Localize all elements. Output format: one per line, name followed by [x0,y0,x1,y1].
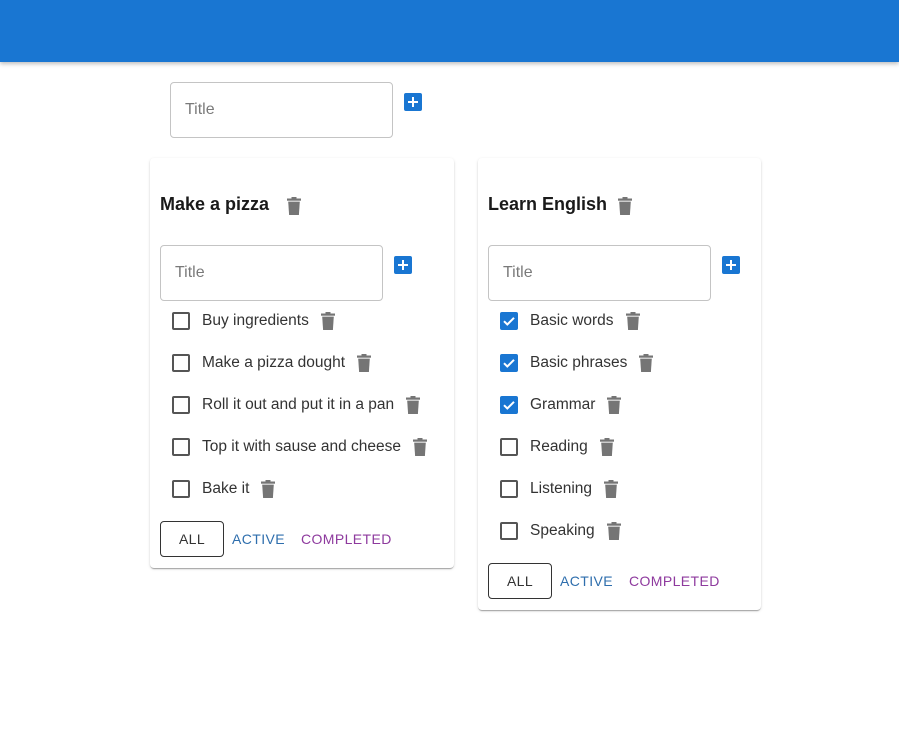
filter-completed-button[interactable]: COMPLETED [301,521,392,557]
task-item: Roll it out and put it in a pan [172,393,421,417]
task-item: Grammar [500,393,622,417]
trash-icon [618,197,632,215]
new-list-title-placeholder: Title [185,101,215,118]
task-checkbox[interactable] [172,354,190,372]
task-label[interactable]: Basic phrases [530,354,627,372]
task-checkbox[interactable] [500,480,518,498]
add-list-button[interactable] [404,93,422,111]
task-item: Listening [500,477,619,501]
delete-list-button[interactable] [618,197,632,215]
checkmark-icon [503,359,515,368]
task-item: Buy ingredients [172,309,335,333]
task-title-input[interactable]: Title [160,245,383,301]
filter-completed-button[interactable]: COMPLETED [629,563,720,599]
filter-all-button[interactable]: ALL [160,521,224,557]
task-label[interactable]: Top it with sause and cheese [202,438,401,456]
delete-task-button[interactable] [406,396,421,414]
delete-list-button[interactable] [287,197,301,215]
plus-icon [408,97,418,107]
delete-task-button[interactable] [320,312,335,330]
plus-icon [398,260,408,270]
trash-icon [599,438,614,456]
task-label[interactable]: Buy ingredients [202,312,309,330]
task-checkbox-checked[interactable] [500,354,518,372]
filter-active-button[interactable]: ACTIVE [560,563,613,599]
delete-task-button[interactable] [625,312,640,330]
task-label[interactable]: Reading [530,438,588,456]
delete-task-button[interactable] [639,354,654,372]
task-item: Speaking [500,519,621,543]
delete-task-button[interactable] [604,480,619,498]
task-checkbox-checked[interactable] [500,396,518,414]
task-item: Bake it [172,477,276,501]
delete-task-button[interactable] [357,354,372,372]
task-checkbox[interactable] [172,480,190,498]
task-label[interactable]: Basic words [530,312,614,330]
delete-task-button[interactable] [599,438,614,456]
task-checkbox[interactable] [500,438,518,456]
trash-icon [413,438,428,456]
trash-icon [406,396,421,414]
task-checkbox[interactable] [500,522,518,540]
delete-task-button[interactable] [261,480,276,498]
checkmark-icon [503,401,515,410]
checkmark-icon [503,317,515,326]
task-title-placeholder: Title [175,264,205,281]
trash-icon [287,197,301,215]
task-label[interactable]: Grammar [530,396,595,414]
task-item: Basic phrases [500,351,654,375]
add-task-button[interactable] [394,256,412,274]
task-label[interactable]: Bake it [202,480,249,498]
delete-task-button[interactable] [607,396,622,414]
task-checkbox-checked[interactable] [500,312,518,330]
trash-icon [625,312,640,330]
task-checkbox[interactable] [172,438,190,456]
trash-icon [606,522,621,540]
delete-task-button[interactable] [413,438,428,456]
task-title-input[interactable]: Title [488,245,711,301]
trash-icon [261,480,276,498]
task-item: Basic words [500,309,640,333]
task-checkbox[interactable] [172,312,190,330]
task-title-placeholder: Title [503,264,533,281]
filter-all-button[interactable]: ALL [488,563,552,599]
delete-task-button[interactable] [606,522,621,540]
plus-icon [726,260,736,270]
task-item: Make a pizza dought [172,351,372,375]
add-task-button[interactable] [722,256,740,274]
task-label[interactable]: Roll it out and put it in a pan [202,396,394,414]
trash-icon [607,396,622,414]
new-list-title-input[interactable]: Title [170,82,393,138]
todolist-title: Learn English [488,194,608,214]
task-checkbox[interactable] [172,396,190,414]
filter-active-button[interactable]: ACTIVE [232,521,285,557]
task-label[interactable]: Listening [530,480,592,498]
trash-icon [639,354,654,372]
task-label[interactable]: Make a pizza dought [202,354,345,372]
app-bar [0,0,899,62]
trash-icon [357,354,372,372]
task-item: Top it with sause and cheese [172,435,428,459]
trash-icon [604,480,619,498]
task-label[interactable]: Speaking [530,522,595,540]
todolist-title: Make a pizza [160,194,270,214]
task-item: Reading [500,435,614,459]
trash-icon [320,312,335,330]
